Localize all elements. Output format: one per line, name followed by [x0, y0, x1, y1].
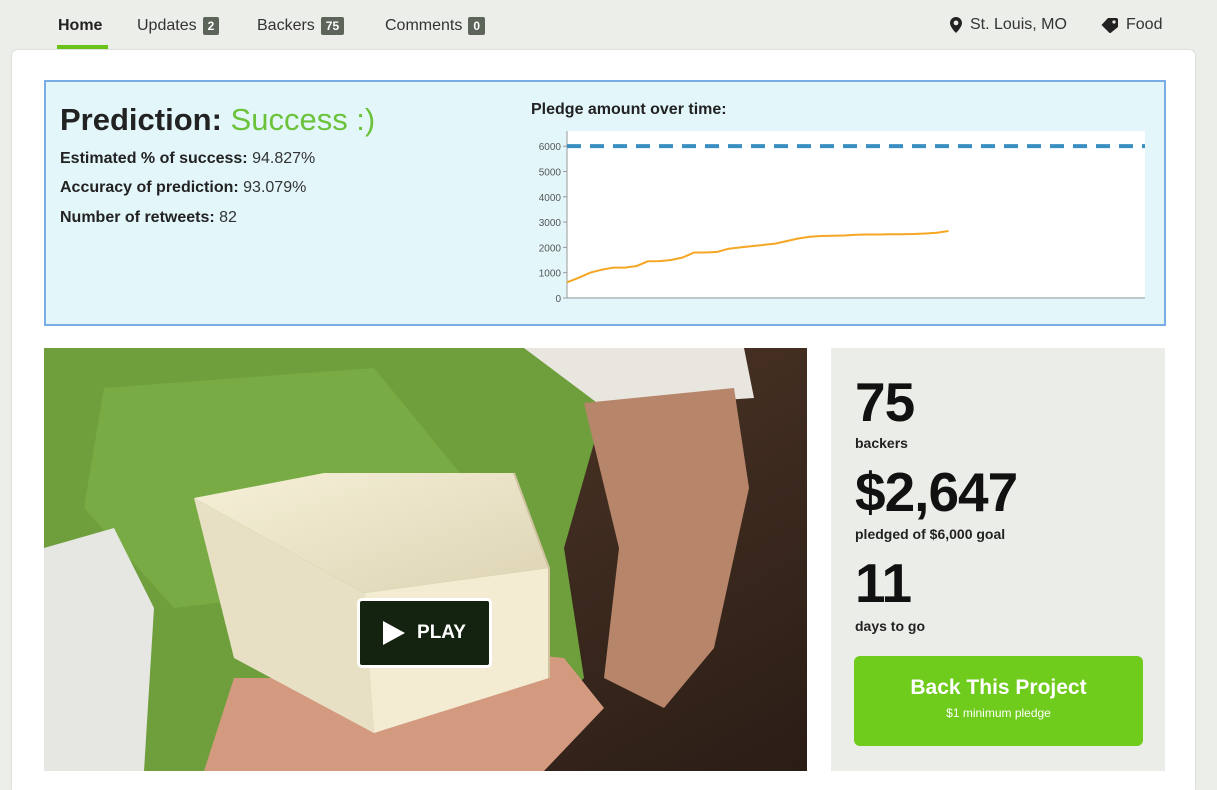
tag-icon [1101, 17, 1118, 33]
count-badge: 2 [202, 17, 220, 35]
location-label: St. Louis, MO [970, 16, 1067, 33]
count-badge: 75 [320, 17, 345, 35]
backers-count: 75 [855, 371, 915, 433]
location-link[interactable]: St. Louis, MO [950, 16, 1067, 34]
y-tick-label: 6000 [539, 142, 562, 153]
tab-label: Home [58, 17, 103, 34]
y-tick-label: 0 [555, 294, 561, 305]
prediction-result: Success :) [230, 102, 376, 137]
prediction-heading: Prediction: Success :) [60, 102, 375, 138]
stat-value: 94.827% [252, 150, 316, 167]
map-pin-icon [950, 17, 962, 33]
pledge-chart: 0 1000 2000 3000 4000 5000 6000 [539, 131, 1145, 305]
play-button[interactable]: PLAY [357, 598, 492, 668]
pledged-label: pledged of $6,000 goal [855, 526, 1006, 542]
tab-home[interactable]: Home [58, 16, 102, 36]
video-thumbnail [44, 348, 807, 771]
retweet-count: Number of retweets: 82 [60, 209, 237, 227]
backers-label: backers [855, 435, 908, 451]
y-axis: 0 1000 2000 3000 4000 5000 6000 [539, 131, 568, 305]
play-label: PLAY [417, 622, 466, 643]
funding-stats: 75 backers $2,647 pledged of $6,000 goal… [831, 348, 1165, 771]
count-badge: 0 [468, 17, 486, 35]
stat-label: Estimated % of success: [60, 150, 248, 167]
category-link[interactable]: Food [1101, 16, 1162, 34]
category-label: Food [1126, 16, 1163, 33]
y-tick-label: 1000 [539, 269, 562, 280]
plot-area [567, 131, 1145, 297]
tab-label: Comments [385, 17, 463, 34]
back-project-button[interactable]: Back This Project $1 minimum pledge [854, 656, 1143, 746]
pledged-amount: $2,647 [855, 461, 1018, 523]
stat-label: Accuracy of prediction: [60, 179, 239, 196]
chart-title: Pledge amount over time: [531, 101, 727, 118]
minimum-pledge-note: $1 minimum pledge [946, 706, 1051, 720]
tab-backers[interactable]: Backers 75 [257, 16, 345, 36]
tab-updates[interactable]: Updates 2 [137, 16, 220, 36]
play-icon [383, 621, 406, 645]
tab-label: Updates [137, 17, 197, 34]
prediction-label: Prediction: [60, 102, 222, 137]
y-tick-label: 3000 [539, 218, 562, 229]
project-video[interactable]: PLAY [44, 348, 807, 771]
project-nav: Home Updates 2 Backers 75 Comments 0 St. Lo… [0, 0, 1217, 50]
stat-label: Number of retweets: [60, 209, 215, 226]
stat-value: 93.079% [243, 179, 307, 196]
tab-label: Backers [257, 17, 315, 34]
stat-value: 82 [219, 209, 237, 226]
prediction-panel: Prediction: Success :) Estimated % of su… [44, 80, 1166, 326]
prediction-accuracy: Accuracy of prediction: 93.079% [60, 179, 306, 197]
y-tick-label: 5000 [539, 167, 562, 178]
y-tick-label: 2000 [539, 243, 562, 254]
back-project-label: Back This Project [910, 676, 1087, 699]
success-estimate: Estimated % of success: 94.827% [60, 150, 315, 168]
tab-comments[interactable]: Comments 0 [385, 16, 486, 36]
y-tick-label: 4000 [539, 193, 562, 204]
active-tab-indicator [57, 45, 108, 49]
days-remaining: 11 [855, 552, 912, 614]
days-label: days to go [855, 618, 926, 634]
